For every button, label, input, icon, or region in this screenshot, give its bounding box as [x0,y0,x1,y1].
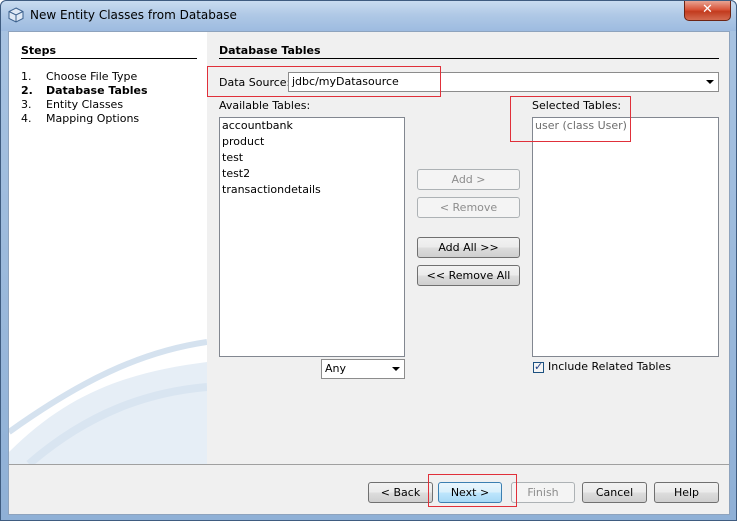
decorative-swirl-icon [9,339,207,464]
back-button[interactable]: < Back [368,482,433,503]
available-tables-label: Available Tables: [219,99,311,112]
data-source-value: jdbc/myDatasource [292,75,399,88]
step-label: Mapping Options [46,112,140,125]
dialog-window: New Entity Classes from Database ✕ Steps… [0,0,737,521]
list-item[interactable]: test2 [220,166,404,182]
step-number: 2. [21,84,33,97]
list-item[interactable]: test [220,150,404,166]
list-item[interactable]: accountbank [220,118,404,134]
selected-tables-label: Selected Tables: [532,99,622,112]
add-button[interactable]: Add > [417,169,520,190]
remove-all-button[interactable]: << Remove All [417,265,520,286]
step-entity-classes: 3. Entity Classes [21,98,123,111]
checkmark-icon: ✓ [534,360,544,373]
cancel-button[interactable]: Cancel [582,482,647,503]
step-number: 3. [21,98,32,111]
step-number: 4. [21,112,32,125]
window-title: New Entity Classes from Database [30,8,237,22]
step-label: Database Tables [46,84,148,97]
chevron-down-icon [392,367,400,371]
available-tables-list[interactable]: accountbank product test test2 transacti… [219,117,405,357]
step-mapping-options: 4. Mapping Options [21,112,139,125]
table-filter-select[interactable]: Any [321,359,405,379]
include-related-checkbox[interactable]: ✓ [533,360,544,373]
step-number: 1. [21,70,32,83]
data-source-select[interactable]: jdbc/myDatasource [288,72,719,92]
add-all-button[interactable]: Add All >> [417,237,520,258]
steps-heading: Steps [21,44,57,57]
step-database-tables: 2. Database Tables [21,84,148,97]
list-item[interactable]: product [220,134,404,150]
dialog-client: Steps 1. Choose File Type 2. Database Tabl… [8,31,730,515]
next-button[interactable]: Next > [438,482,502,503]
remove-button[interactable]: < Remove [417,197,520,218]
title-bar[interactable]: New Entity Classes from Database ✕ [1,1,736,31]
footer-divider [9,464,729,465]
close-button[interactable]: ✕ [684,1,731,21]
steps-pane: Steps 1. Choose File Type 2. Database Tabl… [9,32,207,464]
help-button[interactable]: Help [654,482,719,503]
chevron-down-icon [706,80,714,84]
data-source-label: Data Source: [219,76,291,89]
steps-divider [21,58,197,59]
page-title: Database Tables [219,44,321,57]
step-label: Choose File Type [46,70,138,83]
selected-tables-list[interactable]: user (class User) [532,117,719,357]
list-item[interactable]: user (class User) [533,118,718,134]
step-label: Entity Classes [46,98,124,111]
step-choose-file-type: 1. Choose File Type [21,70,137,83]
finish-button[interactable]: Finish [511,482,575,503]
netbeans-cube-icon [8,7,24,23]
table-filter-value: Any [325,362,347,375]
include-related-label[interactable]: Include Related Tables [548,360,671,373]
title-divider [219,58,719,59]
list-item[interactable]: transactiondetails [220,182,404,198]
